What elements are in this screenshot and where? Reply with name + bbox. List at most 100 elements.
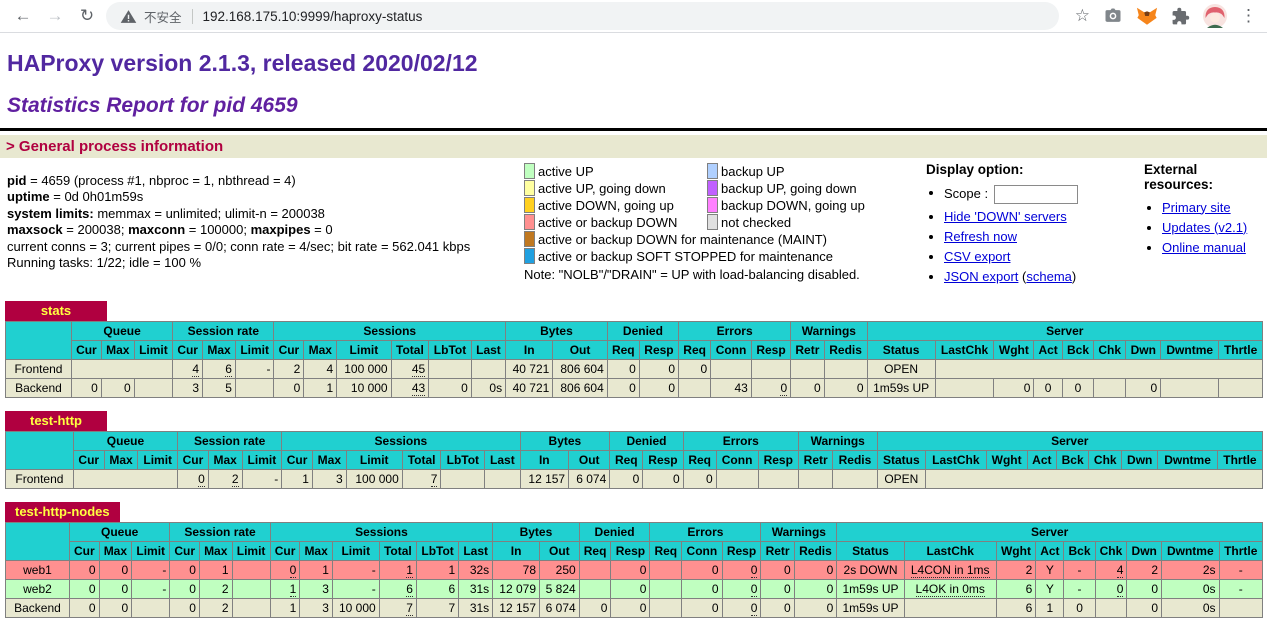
legend-label: not checked [718, 215, 791, 230]
column-header: Thrtle [1219, 341, 1263, 360]
column-header: In [506, 341, 553, 360]
group-header-sessions: Sessions [282, 432, 520, 451]
corner-header [6, 523, 70, 561]
external-resources: External resources: Primary siteUpdates … [1130, 160, 1263, 286]
row-name: web2 [6, 580, 70, 599]
text: pid [7, 173, 27, 188]
cell: 2 [208, 470, 242, 489]
cell [679, 379, 711, 398]
row-name: Backend [6, 379, 72, 398]
cell: 12 079 [493, 580, 540, 599]
cell: 1 [199, 561, 232, 580]
list-item: Primary site [1162, 197, 1263, 217]
cell: 0 [994, 379, 1034, 398]
link-primary-site[interactable]: Primary site [1162, 200, 1231, 215]
profile-avatar[interactable] [1203, 4, 1227, 28]
cell: 3 [300, 599, 333, 618]
cell: 806 604 [553, 360, 607, 379]
legend-label: active or backup DOWN for maintenance (M… [535, 232, 827, 247]
process-info-line: Running tasks: 1/22; idle = 100 % [7, 255, 524, 271]
legend-label: active UP [535, 164, 707, 179]
group-header-server: Server [867, 322, 1262, 341]
cell: 0 [69, 580, 99, 599]
cell [935, 360, 1262, 379]
group-header-bytes: Bytes [506, 322, 608, 341]
link-hide-down-servers[interactable]: Hide 'DOWN' servers [944, 209, 1067, 224]
external-resources-list: Primary site Updates (v2.1) Online manual [1130, 197, 1263, 257]
column-header: In [520, 451, 569, 470]
tooltip-value: 0 [751, 601, 758, 616]
cell: 0 [579, 599, 611, 618]
cell: 0 [99, 580, 132, 599]
column-header: Limit [346, 451, 402, 470]
cell: 2s DOWN [837, 561, 905, 580]
cell: 0 [99, 599, 132, 618]
table-row-frontend: Frontend46-24100 0004540 721806 604000OP… [6, 360, 1263, 379]
cell [650, 580, 682, 599]
row-name: Frontend [6, 360, 72, 379]
column-header: Total [379, 542, 416, 561]
menu-dots-icon[interactable]: ⋮ [1240, 6, 1257, 26]
tooltip-value: 1 [290, 582, 297, 597]
column-header: Last [471, 341, 505, 360]
cell: 43 [711, 379, 752, 398]
group-header-warnings: Warnings [791, 322, 867, 341]
column-header: Retr [798, 451, 832, 470]
cell [716, 470, 758, 489]
not-secure-warning-icon[interactable] [120, 8, 137, 25]
tooltip-value: 45 [412, 362, 425, 377]
cell: 4 [1095, 561, 1127, 580]
column-header: Conn [711, 341, 752, 360]
column-header: Dwn [1127, 542, 1162, 561]
link-csv-export[interactable]: CSV export [944, 249, 1010, 264]
stats-table-stats: QueueSession rateSessionsBytesDeniedErro… [5, 321, 1263, 398]
cell: 0s [1162, 599, 1220, 618]
camera-extension-icon[interactable] [1103, 6, 1123, 26]
link-updates-v2-1[interactable]: Updates (v2.1) [1162, 220, 1247, 235]
column-header: Resp [758, 451, 798, 470]
legend-swatch-active-up-going-down [524, 180, 535, 196]
reload-icon[interactable]: ↻ [74, 3, 100, 29]
column-header: Retr [761, 542, 794, 561]
cell: OPEN [867, 360, 935, 379]
cell: 0 [69, 561, 99, 580]
column-header: Resp [643, 451, 683, 470]
url-separator [192, 9, 193, 24]
link-json-export[interactable]: JSON export [944, 269, 1018, 284]
column-header: Conn [682, 542, 722, 561]
legend-swatch-not-checked [707, 214, 718, 230]
group-header-queue: Queue [69, 523, 169, 542]
link-schema[interactable]: schema [1026, 269, 1072, 284]
column-header: Cur [274, 341, 304, 360]
legend-label: active DOWN, going up [535, 198, 707, 213]
bookmark-star-icon[interactable]: ☆ [1075, 6, 1090, 26]
cell: 0 [99, 561, 132, 580]
column-header: Total [402, 451, 441, 470]
cell: 0 [1034, 379, 1062, 398]
extensions-puzzle-icon[interactable] [1171, 7, 1190, 26]
cell: 6 [996, 599, 1036, 618]
scope-input[interactable] [994, 185, 1078, 204]
metamask-fox-icon[interactable] [1136, 5, 1158, 27]
column-header: Limit [235, 341, 274, 360]
tooltip-value: 4 [1117, 563, 1124, 578]
link-refresh-now[interactable]: Refresh now [944, 229, 1017, 244]
stats-table-test-http: QueueSession rateSessionsBytesDeniedErro… [5, 431, 1263, 489]
link-online-manual[interactable]: Online manual [1162, 240, 1246, 255]
legend-row: active UPbackup UP [524, 163, 912, 179]
cell: 806 604 [553, 379, 607, 398]
tooltip-value: 43 [412, 381, 425, 396]
back-icon[interactable]: ← [10, 3, 36, 29]
column-header: Chk [1094, 341, 1126, 360]
address-bar[interactable]: 不安全 192.168.175.10:9999/haproxy-status [106, 2, 1059, 30]
cell: 2s [1162, 561, 1220, 580]
cell: 2 [274, 360, 304, 379]
cell: - [332, 561, 379, 580]
cell: 0 [71, 379, 101, 398]
group-header-session-rate: Session rate [178, 432, 282, 451]
forward-icon[interactable]: → [42, 3, 68, 29]
group-header-queue: Queue [73, 432, 177, 451]
cell: 78 [493, 561, 540, 580]
column-header: Last [459, 542, 493, 561]
process-info: pid = 4659 (process #1, nbproc = 1, nbth… [7, 160, 524, 286]
